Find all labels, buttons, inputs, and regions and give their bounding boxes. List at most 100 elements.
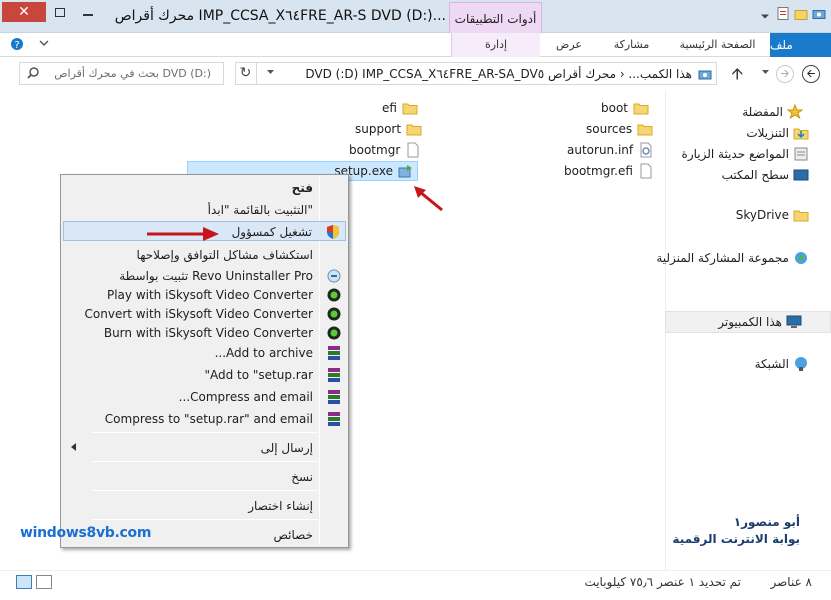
file-item-bootmgr[interactable]: bootmgr [349,142,421,158]
maximize-button[interactable] [46,2,74,22]
revo-uninstaller-icon [327,269,341,283]
address-path[interactable]: ‏هذا الكمب... ‹ محرك أقراص IMP_CCSA_X٦٤F… [305,67,692,81]
expand-ribbon-icon[interactable] [38,37,50,49]
tab-home[interactable]: الصفحة الرئيسية [665,33,770,57]
star-icon [787,104,803,120]
file-item-support[interactable]: support [355,121,422,137]
drive-icon [812,10,826,19]
minimize-button[interactable] [74,2,102,22]
tab-manage[interactable]: إدارة [451,33,540,57]
address-dropdown-icon[interactable] [266,68,275,77]
nav-skydrive[interactable]: SkyDrive [736,207,809,223]
file-item-boot[interactable]: boot [601,100,649,116]
tab-share[interactable]: مشاركة [598,33,665,57]
menu-item-copy[interactable]: نسخ [63,467,346,487]
qat-dropdown-icon[interactable] [757,5,773,22]
menu-item-label: "Add to "setup.rar [204,368,313,382]
menu-item-convert-isky[interactable]: Convert with iSkysoft Video Converter [63,304,346,324]
folder-icon [637,124,653,136]
search-input[interactable]: بحث في محرك أقراص DVD (D:) [54,67,211,80]
application-tools-tab[interactable]: أدوات التطبيقات [449,2,542,33]
quick-access-toolbar [757,5,827,22]
nav-this-pc[interactable]: هذا الكمبيوتر [665,311,831,333]
back-button[interactable]: 🡨 [802,65,820,83]
navigation-pane: المفضلة التنزيلات المواضع حديثة الزيارة … [656,90,831,570]
menu-item-label: تشغيل كمسؤول [231,225,312,239]
menu-separator [91,461,318,462]
nav-label: مجموعة المشاركة المنزلية [656,251,789,265]
tab-view[interactable]: عرض [540,33,598,57]
file-item-sources[interactable]: sources [586,121,653,137]
up-button[interactable]: 🡩 [732,63,744,90]
nav-desktop[interactable]: سطح المكتب [722,167,809,183]
menu-item-troubleshoot[interactable]: استكشاف مشاكل التوافق وإصلاحها [63,245,346,265]
nav-homegroup[interactable]: مجموعة المشاركة المنزلية [656,250,809,266]
menu-item-burn-isky[interactable]: Burn with iSkysoft Video Converter [63,323,346,343]
computer-icon [786,315,802,328]
downloads-folder-icon [793,128,809,140]
recent-places-icon [794,147,808,161]
homegroup-icon [795,252,807,264]
menu-item-label: نسخ [291,470,313,484]
qat-properties-icon[interactable] [775,5,791,22]
menu-item-pin-start[interactable]: التثبيت بالقائمة "ابدأ" [63,200,346,220]
menu-separator [91,490,318,491]
search-box[interactable]: بحث في محرك أقراص DVD (D:) [19,62,224,85]
nav-network[interactable]: الشبكة [755,356,809,372]
pointer-arrow-icon [147,227,219,241]
menu-item-send-to[interactable]: إرسال إلى [63,438,346,458]
title-bar: ✕ أدوات التطبيقات محرك أقراص IMP_CCSA_X٦… [0,0,831,33]
menu-item-compress-rar-email[interactable]: Compress to "setup.rar" and email [63,409,346,429]
status-bar: ٨ عناصر تم تحديد ١ عنصر ٧٥٫٦ كيلوبايت [0,570,831,600]
nav-favorites[interactable]: المفضلة [742,104,803,120]
menu-item-create-shortcut[interactable]: إنشاء اختصار [63,496,346,516]
address-bar[interactable]: ‏هذا الكمب... ‹ محرك أقراص IMP_CCSA_X٦٤F… [235,62,717,85]
menu-separator [91,519,318,520]
menu-item-open[interactable]: فتح [63,178,346,198]
folder-icon [406,124,422,136]
close-button[interactable]: ✕ [2,2,46,22]
winrar-icon [328,412,340,426]
skydrive-folder-icon [793,210,809,222]
details-view-button[interactable] [36,575,52,589]
menu-item-add-archive[interactable]: ...Add to archive [63,343,346,363]
watermark-line-1: أبو منصور١ [733,515,800,529]
refresh-button[interactable]: ↻ [235,62,257,85]
menu-item-label: إرسال إلى [260,441,313,455]
menu-item-label: التثبيت بالقائمة "ابدأ" [207,203,313,217]
large-icons-view-button[interactable] [16,575,32,589]
qat-new-folder-icon[interactable] [793,5,809,22]
menu-item-play-isky[interactable]: Play with iSkysoft Video Converter [63,285,346,305]
winrar-icon [328,368,340,382]
menu-item-label: خصائص [273,528,313,542]
search-icon[interactable] [26,66,40,80]
file-item-bootmgr-efi[interactable]: bootmgr.efi [564,163,654,179]
file-name: autorun.inf [567,143,634,157]
watermark-site: windows8vb.com [20,525,152,541]
nav-recent-places[interactable]: المواضع حديثة الزيارة [682,146,809,162]
nav-label: المفضلة [742,105,783,119]
file-item-efi[interactable]: efi [382,100,418,116]
nav-downloads[interactable]: التنزيلات [746,125,809,141]
nav-label: SkyDrive [735,208,789,222]
nav-label: الشبكة [754,357,789,371]
recent-locations-icon[interactable] [761,68,770,77]
folder-icon [402,103,418,115]
file-item-autorun[interactable]: autorun.inf [567,142,654,158]
address-row: 🡨 🡪 🡩 ‏هذا الكمب... ‹ محرك أقراص IMP_CCS… [0,57,831,90]
help-icon[interactable]: ? [10,37,24,51]
watermark-author: أبو منصور١ بوابة الانترنت الرقمية [672,514,800,548]
setup-exe-icon [398,165,412,178]
tab-file[interactable]: ملف [770,33,831,57]
forward-button[interactable]: 🡪 [776,65,794,83]
submenu-arrow-icon [71,443,76,451]
file-icon [407,142,419,158]
winrar-icon [328,390,340,404]
menu-item-label: إنشاء اختصار [248,499,313,513]
file-name: bootmgr [349,143,401,157]
menu-item-add-rar[interactable]: "Add to "setup.rar [63,365,346,385]
file-name: efi [382,101,397,115]
minimize-icon [83,14,93,16]
menu-item-compress-email[interactable]: ...Compress and email [63,387,346,407]
menu-item-revo[interactable]: تثبيت بواسطة Revo Uninstaller Pro [63,266,346,286]
